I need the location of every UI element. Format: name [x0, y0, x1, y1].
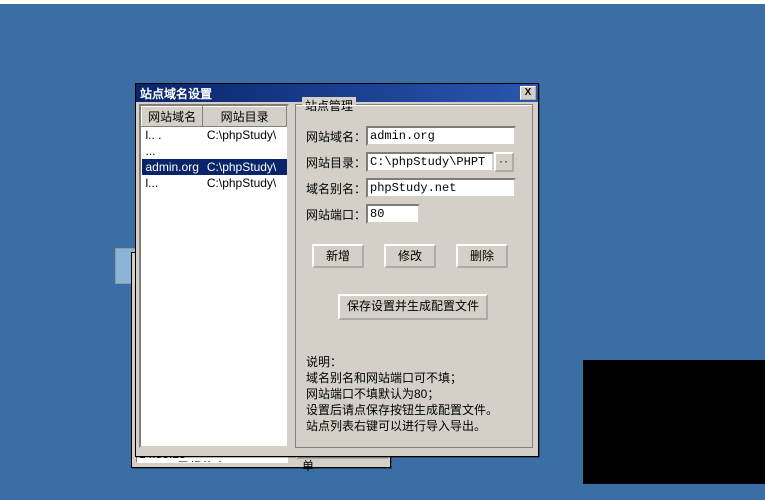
label-alias: 域名别名：: [306, 180, 366, 197]
label-dir: 网站目录：: [306, 154, 366, 171]
col-dir[interactable]: 网站目录: [203, 107, 287, 127]
col-domain[interactable]: 网站域名: [142, 107, 203, 127]
close-icon[interactable]: X: [520, 86, 536, 100]
site-domain-dialog: 站点域名设置 X 网站域名 网站目录 l.. .C:\phpStudy\ ...…: [135, 83, 539, 457]
table-row[interactable]: l.. .C:\phpStudy\: [142, 127, 287, 144]
save-button[interactable]: 保存设置并生成配置文件: [338, 294, 488, 320]
table-row[interactable]: l...C:\phpStudy\: [142, 175, 287, 191]
site-manage-group: 站点管理 网站域名： 网站目录： ·· 域名别名： 网站端口：: [295, 104, 533, 448]
alias-input[interactable]: [366, 178, 516, 198]
domain-input[interactable]: [366, 126, 516, 146]
table-row[interactable]: admin.orgC:\phpStudy\: [142, 159, 287, 175]
console-window: [583, 360, 765, 484]
browse-button[interactable]: ··: [494, 152, 514, 172]
label-port: 网站端口：: [306, 206, 366, 223]
label-domain: 网站域名：: [306, 128, 366, 145]
group-title: 站点管理: [302, 97, 356, 114]
log-line: Tomcat已经停止... 20:52:49: [139, 461, 285, 463]
port-input[interactable]: [366, 204, 420, 224]
add-button[interactable]: 新增: [312, 244, 364, 268]
table-row[interactable]: ...: [142, 143, 287, 159]
desktop: Tomcat已经启动... 14:55:23 Tomcat已经停止... 20:…: [0, 0, 765, 500]
delete-button[interactable]: 删除: [456, 244, 508, 268]
dir-input[interactable]: [366, 152, 494, 172]
note-text: 说明： 域名别名和网站端口可不填； 网站端口不填默认为80； 设置后请点保存按钮…: [306, 354, 522, 434]
edit-button[interactable]: 修改: [384, 244, 436, 268]
site-list[interactable]: 网站域名 网站目录 l.. .C:\phpStudy\ ... admin.or…: [139, 104, 289, 448]
